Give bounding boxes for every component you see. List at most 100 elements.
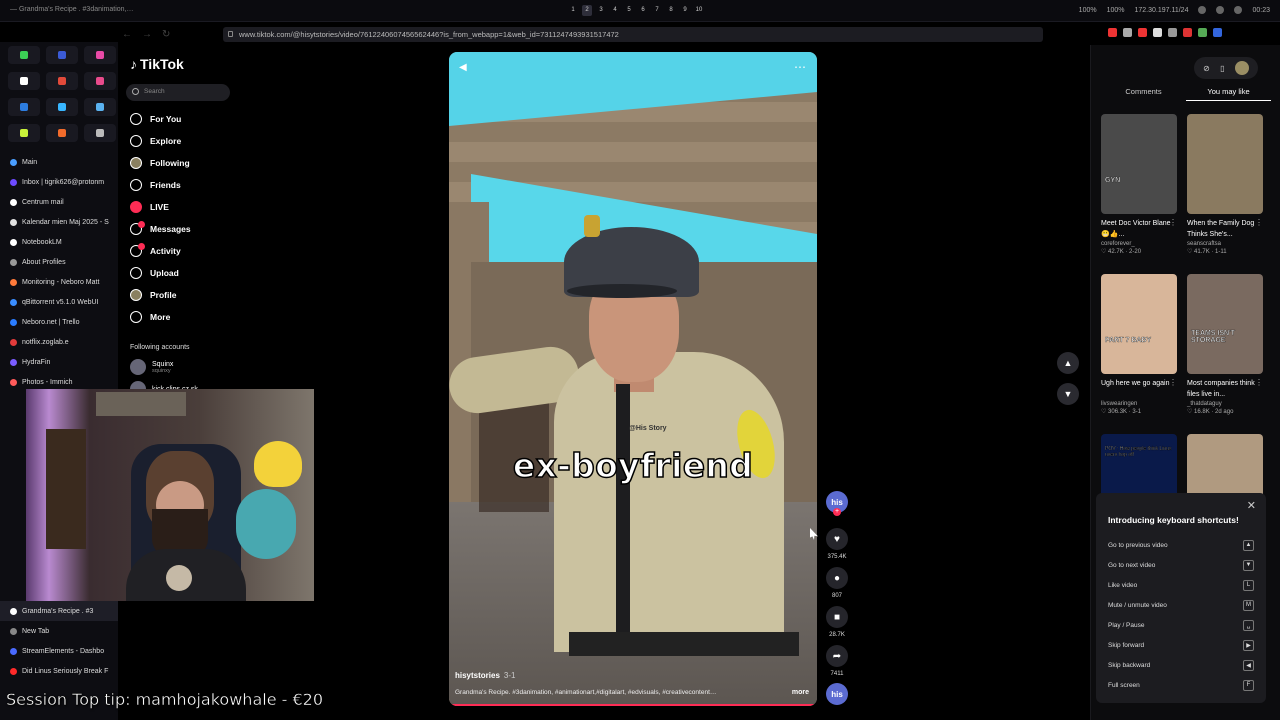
search-input[interactable]: Search <box>126 84 230 101</box>
user-avatar[interactable] <box>1234 61 1249 75</box>
sidebar-tab[interactable]: HydraFin <box>0 352 118 372</box>
pinned-tab[interactable] <box>46 72 78 90</box>
workspace-button[interactable]: 2 <box>582 5 592 16</box>
extension-icon[interactable] <box>1183 28 1192 37</box>
more-link[interactable]: more <box>792 689 809 696</box>
tab-comments[interactable]: Comments <box>1101 87 1186 101</box>
kebab-menu-icon[interactable]: ⋮ <box>1255 218 1263 227</box>
sidebar-tab[interactable]: StreamElements - Dashbo <box>0 641 118 661</box>
video-thumbnail[interactable]: TEAMS ISN'T STORAGE <box>1187 274 1263 374</box>
recommended-video-card[interactable]: TEAMS ISN'T STORAGE Most companies think … <box>1187 274 1263 415</box>
nav-live[interactable]: LIVE <box>130 199 169 215</box>
kebab-menu-icon[interactable]: ⋮ <box>1169 378 1177 387</box>
pinned-tab[interactable] <box>84 124 116 142</box>
next-video-button[interactable]: ▼ <box>1057 383 1079 405</box>
nav-upload[interactable]: Upload <box>130 265 179 281</box>
workspace-button[interactable]: 8 <box>666 5 676 16</box>
extension-icon[interactable] <box>1153 28 1162 37</box>
sidebar-tab[interactable]: Kalendar mien Maj 2025 - S <box>0 212 118 232</box>
creator-avatar[interactable]: his + <box>826 491 848 516</box>
save-action[interactable]: ■ 28.7K <box>826 606 848 638</box>
like-action[interactable]: ♥ 375.4K <box>826 528 848 560</box>
sidebar-tab[interactable]: Centrum mail <box>0 192 118 212</box>
card-author[interactable]: _thatdataguy <box>1187 401 1263 407</box>
sidebar-tab[interactable]: notflix.zoglab.e <box>0 332 118 352</box>
author-name[interactable]: hisytstories <box>455 671 500 680</box>
power-icon[interactable] <box>1234 6 1243 14</box>
sidebar-tab[interactable]: Inbox | tigrik626@protonm <box>0 172 118 192</box>
extension-icon[interactable] <box>1123 28 1132 37</box>
forward-icon[interactable]: → <box>142 29 152 40</box>
pinned-tab[interactable] <box>8 98 40 116</box>
back-icon[interactable]: ← <box>122 29 132 40</box>
video-player[interactable]: @His Story ex-boyfriend ◀ ⋯ hisytstories… <box>449 52 817 706</box>
kebab-menu-icon[interactable]: ⋮ <box>1169 218 1177 227</box>
pinned-tab[interactable] <box>46 124 78 142</box>
nav-explore[interactable]: Explore <box>130 133 181 149</box>
workspace-button[interactable]: 3 <box>596 5 606 16</box>
nav-for-you[interactable]: For You <box>130 111 181 127</box>
bookmark-icon[interactable]: ■ <box>826 606 848 628</box>
card-author[interactable]: coreforever_ <box>1101 241 1177 247</box>
workspace-button[interactable]: 10 <box>694 5 704 16</box>
tab-you-may-like[interactable]: You may like <box>1186 87 1271 101</box>
workspace-button[interactable]: 7 <box>652 5 662 16</box>
sidebar-tab[interactable]: Neboro.net | Trello <box>0 312 118 332</box>
nav-following[interactable]: Following <box>130 155 190 171</box>
video-thumbnail[interactable]: GYN <box>1101 114 1177 214</box>
heart-icon[interactable]: ♥ <box>826 528 848 550</box>
sidebar-tab[interactable]: qBittorrent v5.1.0 WebUI <box>0 292 118 312</box>
workspace-button[interactable]: 1 <box>568 5 578 16</box>
sidebar-tab[interactable]: Main <box>0 152 118 172</box>
pinned-tab[interactable] <box>84 98 116 116</box>
card-author[interactable]: seanscraftsa <box>1187 241 1263 247</box>
network-icon[interactable] <box>1198 6 1207 14</box>
extension-icon[interactable] <box>1198 28 1207 37</box>
avatar[interactable] <box>130 359 146 375</box>
kebab-menu-icon[interactable]: ⋮ <box>1255 378 1263 387</box>
extension-icon[interactable] <box>1138 28 1147 37</box>
settings-icon[interactable] <box>1216 6 1225 14</box>
reload-icon[interactable]: ↻ <box>162 29 170 40</box>
video-thumbnail[interactable]: PART 7 BABY <box>1101 274 1177 374</box>
video-thumbnail[interactable] <box>1187 114 1263 214</box>
device-icon[interactable]: ▯ <box>1220 64 1224 73</box>
share-action[interactable]: ➦ 7411 <box>826 645 848 677</box>
tiktok-logo[interactable]: ♪ TikTok <box>130 56 184 72</box>
comment-action[interactable]: ● 807 <box>826 567 848 599</box>
pinned-tab[interactable] <box>8 124 40 142</box>
video-author[interactable]: hisytstories 3-1 <box>455 671 515 680</box>
previous-video-button[interactable]: ▲ <box>1057 352 1079 374</box>
sidebar-tab[interactable]: About Profiles <box>0 252 118 272</box>
nav-messages[interactable]: Messages <box>130 221 191 237</box>
pinned-tab[interactable] <box>46 98 78 116</box>
pinned-tab[interactable] <box>84 72 116 90</box>
comment-icon[interactable]: ● <box>826 567 848 589</box>
nav-activity[interactable]: Activity <box>130 243 181 259</box>
volume-icon[interactable]: ◀ <box>459 62 471 74</box>
recommended-video-card[interactable]: GYN Meet Doc Victor Blane😬👍... coreforever… <box>1101 114 1177 255</box>
sidebar-tab[interactable]: Monitoring - Neboro Matt <box>0 272 118 292</box>
share-icon[interactable]: ➦ <box>826 645 848 667</box>
recommended-video-card[interactable]: When the Family Dog Thinks She's... seans… <box>1187 114 1263 255</box>
sound-avatar[interactable]: his <box>826 683 848 705</box>
pinned-tab[interactable] <box>8 46 40 64</box>
following-account[interactable]: Squinx squinxy <box>130 359 173 375</box>
sidebar-tab[interactable]: Grandma's Recipe . #3 <box>0 601 118 621</box>
sound-disc[interactable]: his <box>826 683 848 705</box>
address-bar[interactable]: www.tiktok.com/@hisytstories/video/76122… <box>223 27 1043 42</box>
nav-more[interactable]: More <box>130 309 170 325</box>
sidebar-tab[interactable]: NotebookLM <box>0 232 118 252</box>
sidebar-tab[interactable]: Did Linus Seriously Break F <box>0 661 118 681</box>
progress-bar[interactable] <box>449 704 817 706</box>
workspace-button[interactable]: 5 <box>624 5 634 16</box>
extension-icon[interactable] <box>1213 28 1222 37</box>
workspace-switcher[interactable]: 1 2 3 4 5 6 7 8 9 10 <box>568 5 704 16</box>
workspace-button[interactable]: 4 <box>610 5 620 16</box>
close-icon[interactable]: ✕ <box>1247 499 1256 512</box>
pinned-tab[interactable] <box>8 72 40 90</box>
more-options-icon[interactable]: ⋯ <box>794 60 807 74</box>
card-author[interactable]: livswearingen <box>1101 401 1177 407</box>
download-app-icon[interactable]: ⊘ <box>1203 64 1210 73</box>
nav-friends[interactable]: Friends <box>130 177 181 193</box>
